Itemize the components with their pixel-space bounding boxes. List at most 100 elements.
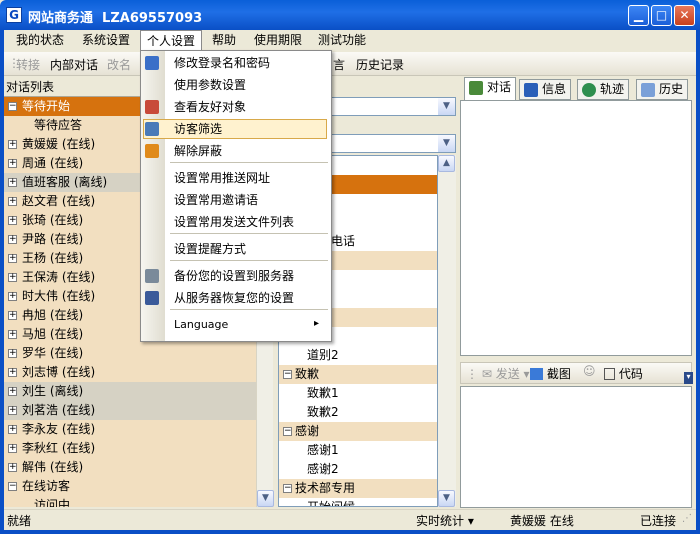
tab-chat[interactable]: 对话 xyxy=(464,77,517,101)
key-icon xyxy=(145,144,159,158)
conversation-row[interactable]: 访问中 xyxy=(4,496,256,507)
expand-icon[interactable]: + xyxy=(8,254,17,263)
chat-transcript[interactable] xyxy=(460,100,692,356)
expand-icon[interactable]: + xyxy=(8,368,17,377)
menu-item[interactable]: 修改登录名和密码 xyxy=(174,53,270,73)
conversation-row[interactable]: + 刘志博 (在线) xyxy=(4,363,256,382)
phrase-group[interactable]: − 致歉 xyxy=(279,365,437,384)
phrase-row[interactable]: 致歉2 xyxy=(279,403,437,422)
phrase-row[interactable]: 感谢1 xyxy=(279,441,437,460)
expand-icon[interactable]: + xyxy=(8,197,17,206)
card-icon xyxy=(145,122,159,136)
realtime-stats-button[interactable]: 实时统计 ▾ xyxy=(416,512,474,529)
menu-item[interactable]: 设置常用邀请语 xyxy=(174,190,258,210)
conversation-label: 在线访客 xyxy=(22,479,71,493)
phrase-list-scrollbar[interactable]: ▲ ▼ xyxy=(438,155,456,507)
menu-item[interactable]: 查看友好对象 xyxy=(174,97,246,117)
menu-item[interactable]: 从服务器恢复您的设置 xyxy=(174,288,294,308)
menu-test-functions[interactable]: 测试功能 xyxy=(312,30,372,51)
menu-item[interactable]: 解除屏蔽 xyxy=(174,141,222,161)
conversation-row[interactable]: + 李永友 (在线) xyxy=(4,420,256,439)
expand-icon[interactable]: + xyxy=(8,140,17,149)
scroll-up-button[interactable]: ▲ xyxy=(438,155,455,172)
menu-usage-period[interactable]: 使用期限 xyxy=(248,30,308,51)
phrase-group[interactable]: − 感谢 xyxy=(279,422,437,441)
phrase-row[interactable]: 道别2 xyxy=(279,346,437,365)
screenshot-button[interactable]: 截图 xyxy=(530,365,571,382)
message-button[interactable]: 言 xyxy=(333,56,345,73)
conversation-row[interactable]: − 在线访客 xyxy=(4,477,256,496)
conversation-row[interactable]: + 罗华 (在线) xyxy=(4,344,256,363)
menu-help[interactable]: 帮助 xyxy=(206,30,242,51)
expand-icon[interactable]: + xyxy=(8,159,17,168)
internal-chat-button[interactable]: 内部对话 xyxy=(50,56,98,73)
expand-icon[interactable]: + xyxy=(8,330,17,339)
conversation-label: 访问中 xyxy=(34,498,71,507)
expand-icon[interactable]: + xyxy=(8,178,17,187)
expand-icon[interactable]: + xyxy=(8,425,17,434)
menu-personal-settings[interactable]: 个人设置 xyxy=(140,30,203,51)
transfer-button[interactable]: 转接 xyxy=(16,56,40,73)
tab-info[interactable]: 信息 xyxy=(519,79,572,100)
dropdown-items: 修改登录名和密码 使用参数设置 查看友好对象 访客筛选 解除屏蔽 设置常用推送网址 设置常用… xyxy=(140,50,332,342)
phrase-group[interactable]: − 技术部专用 xyxy=(279,479,437,498)
send-options-chevron-icon[interactable]: ▾ xyxy=(684,372,693,384)
menu-item[interactable]: 设置常用推送网址 xyxy=(174,168,270,188)
scroll-down-button[interactable]: ▼ xyxy=(438,490,455,507)
conversation-label: 李秋红 (在线) xyxy=(22,441,96,455)
menu-item[interactable]: 使用参数设置 xyxy=(174,75,246,95)
minimize-button[interactable]: ▁ xyxy=(628,5,649,26)
expand-icon[interactable]: + xyxy=(8,292,17,301)
conversation-label: 马旭 (在线) xyxy=(22,327,84,341)
chevron-down-icon[interactable]: ▼ xyxy=(438,135,455,152)
send-button[interactable]: ⋮ ✉ 发送 ▾ xyxy=(466,365,530,382)
conversation-label: 解伟 (在线) xyxy=(22,460,84,474)
collapse-icon[interactable]: − xyxy=(283,427,292,436)
phrase-row[interactable]: 开始问候 xyxy=(279,498,437,506)
expand-icon[interactable]: + xyxy=(8,216,17,225)
menu-item[interactable]: 设置常用发送文件列表 xyxy=(174,212,294,232)
menu-my-status[interactable]: 我的状态 xyxy=(10,30,70,51)
conversation-row[interactable]: + 李秋红 (在线) xyxy=(4,439,256,458)
collapse-icon[interactable]: − xyxy=(8,102,17,111)
collapse-icon[interactable]: − xyxy=(283,370,292,379)
expand-icon[interactable]: + xyxy=(8,444,17,453)
conversation-label: 刘志博 (在线) xyxy=(22,365,96,379)
close-button[interactable]: ✕ xyxy=(674,5,695,26)
menu-separator xyxy=(170,233,328,234)
phrase-label: 致歉2 xyxy=(307,405,339,419)
expand-icon[interactable]: + xyxy=(8,406,17,415)
scroll-down-button[interactable]: ▼ xyxy=(257,490,274,507)
code-button[interactable]: 代码 xyxy=(604,365,643,382)
rename-button[interactable]: 改名 xyxy=(107,56,131,73)
collapse-icon[interactable]: − xyxy=(8,482,17,491)
expand-icon[interactable]: + xyxy=(8,273,17,282)
expand-icon[interactable]: + xyxy=(8,235,17,244)
conversation-label: 值班客服 (离线) xyxy=(22,175,108,189)
chevron-down-icon[interactable]: ▼ xyxy=(438,98,455,115)
conversation-row[interactable]: + 刘生 (离线) xyxy=(4,382,256,401)
emoji-icon[interactable]: ☺ xyxy=(583,364,596,378)
resize-grip[interactable]: ⋰ xyxy=(682,513,692,524)
expand-icon[interactable]: + xyxy=(8,349,17,358)
screenshot-icon xyxy=(530,368,543,380)
maximize-button[interactable]: □ xyxy=(651,5,672,26)
phrase-row[interactable]: 致歉1 xyxy=(279,384,437,403)
conversation-label: 王保涛 (在线) xyxy=(22,270,96,284)
expand-icon[interactable]: + xyxy=(8,387,17,396)
message-input[interactable] xyxy=(460,386,692,508)
menu-item[interactable]: 访客筛选 xyxy=(174,119,222,139)
expand-icon[interactable]: + xyxy=(8,311,17,320)
conversation-row[interactable]: + 解伟 (在线) xyxy=(4,458,256,477)
conversation-row[interactable]: + 刘茗浩 (在线) xyxy=(4,401,256,420)
tab-track[interactable]: 轨迹 xyxy=(577,79,630,100)
history-button[interactable]: 历史记录 xyxy=(356,56,404,73)
menu-item[interactable]: 设置提醒方式 xyxy=(174,239,246,259)
phrase-row[interactable]: 感谢2 xyxy=(279,460,437,479)
expand-icon[interactable]: + xyxy=(8,463,17,472)
menu-item[interactable]: Language xyxy=(174,315,228,335)
collapse-icon[interactable]: − xyxy=(283,484,292,493)
tab-history[interactable]: 历史 xyxy=(636,79,689,100)
menu-system-settings[interactable]: 系统设置 xyxy=(76,30,136,51)
menu-item[interactable]: 备份您的设置到服务器 xyxy=(174,266,294,286)
